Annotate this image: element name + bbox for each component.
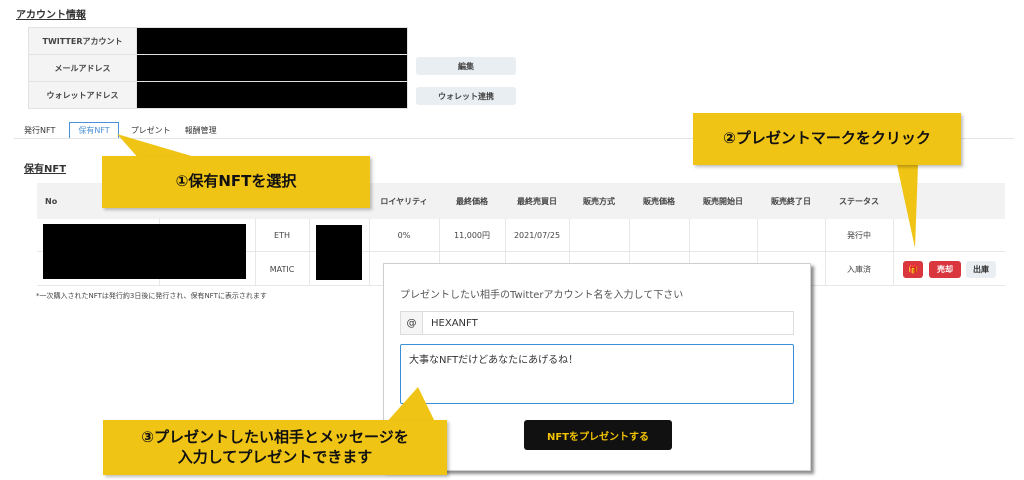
column-divider: [255, 219, 256, 286]
col-royalty: ロイヤリティ: [380, 196, 428, 206]
edit-button[interactable]: 編集: [416, 57, 516, 75]
callout-step-2: ②プレゼントマークをクリック: [693, 113, 961, 165]
tab-rewards[interactable]: 報酬管理: [185, 123, 217, 138]
present-prompt: プレゼントしたい相手のTwitterアカウント名を入力して下さい: [400, 290, 684, 301]
callout-step-3-line1: ③プレゼントしたい相手とメッセージを: [141, 428, 409, 446]
wallet-address-row: ウォレットアドレス: [28, 81, 408, 109]
last-price-cell: 11,000円: [454, 231, 490, 240]
tab-present[interactable]: プレゼント: [131, 123, 171, 138]
twitter-account-value-redacted: [136, 27, 408, 55]
col-status: ステータス: [839, 196, 879, 206]
email-row: メールアドレス: [28, 54, 408, 82]
chain-cell: MATIC: [269, 265, 295, 274]
account-info-title: アカウント情報: [16, 10, 86, 21]
column-divider: [309, 219, 310, 286]
gift-icon[interactable]: 🎁: [903, 261, 923, 278]
col-sale-start: 販売開始日: [703, 196, 743, 206]
nft-thumbnail-redacted: [316, 225, 362, 280]
tab-owned-nft[interactable]: 保有NFT: [69, 121, 119, 139]
wallet-address-label: ウォレットアドレス: [28, 81, 137, 109]
col-sale-end: 販売終了日: [771, 196, 811, 206]
tab-issued-nft[interactable]: 発行NFT: [24, 123, 55, 138]
wallet-connect-button[interactable]: ウォレット連携: [416, 87, 516, 105]
col-no: No: [45, 196, 58, 206]
col-sale-method: 販売方式: [583, 196, 615, 206]
present-modal: プレゼントしたい相手のTwitterアカウント名を入力して下さい @ 大事なNF…: [383, 263, 811, 471]
table-footnote: *一次購入されたNFTは発行約3日後に発行され、保有NFTに表示されます: [36, 292, 267, 300]
last-date-cell: 2021/07/25: [513, 231, 561, 240]
column-divider: [369, 219, 370, 286]
column-divider: [825, 219, 826, 286]
col-sale-price: 販売価格: [643, 196, 675, 206]
callout-step-3-line2: 入力してプレゼントできます: [177, 447, 373, 466]
wallet-address-value-redacted: [136, 81, 408, 109]
callout-step-3: ③プレゼントしたい相手とメッセージを 入力してプレゼントできます: [103, 420, 447, 475]
twitter-account-row: TWITTERアカウント: [28, 27, 408, 55]
status-cell: 発行中: [847, 231, 871, 240]
chain-cell: ETH: [274, 231, 290, 240]
tab-bar: 発行NFT 保有NFT プレゼント 報酬管理: [24, 121, 231, 139]
column-divider: [893, 219, 894, 286]
withdraw-button[interactable]: 出庫: [966, 261, 996, 278]
owned-nft-title: 保有NFT: [24, 164, 67, 175]
royalty-cell: 0%: [397, 231, 411, 240]
twitter-account-field: @: [400, 311, 794, 335]
message-textarea[interactable]: 大事なNFTだけどあなたにあげるね！: [400, 344, 794, 404]
callout-step-1: ①保有NFTを選択: [102, 156, 370, 208]
nft-image-redacted: [43, 224, 246, 279]
sell-button[interactable]: 売却: [929, 261, 961, 278]
email-value-redacted: [136, 54, 408, 82]
account-info-table: TWITTERアカウント メールアドレス ウォレットアドレス: [28, 27, 408, 109]
email-label: メールアドレス: [28, 54, 137, 82]
at-sign-icon: @: [401, 312, 423, 334]
twitter-account-input[interactable]: [423, 312, 793, 334]
col-last-date: 最終売買日: [517, 196, 557, 206]
col-last-price: 最終価格: [456, 196, 488, 206]
present-nft-button[interactable]: NFTをプレゼントする: [524, 420, 672, 450]
twitter-account-label: TWITTERアカウント: [28, 27, 137, 55]
status-cell: 入庫済: [847, 265, 871, 274]
